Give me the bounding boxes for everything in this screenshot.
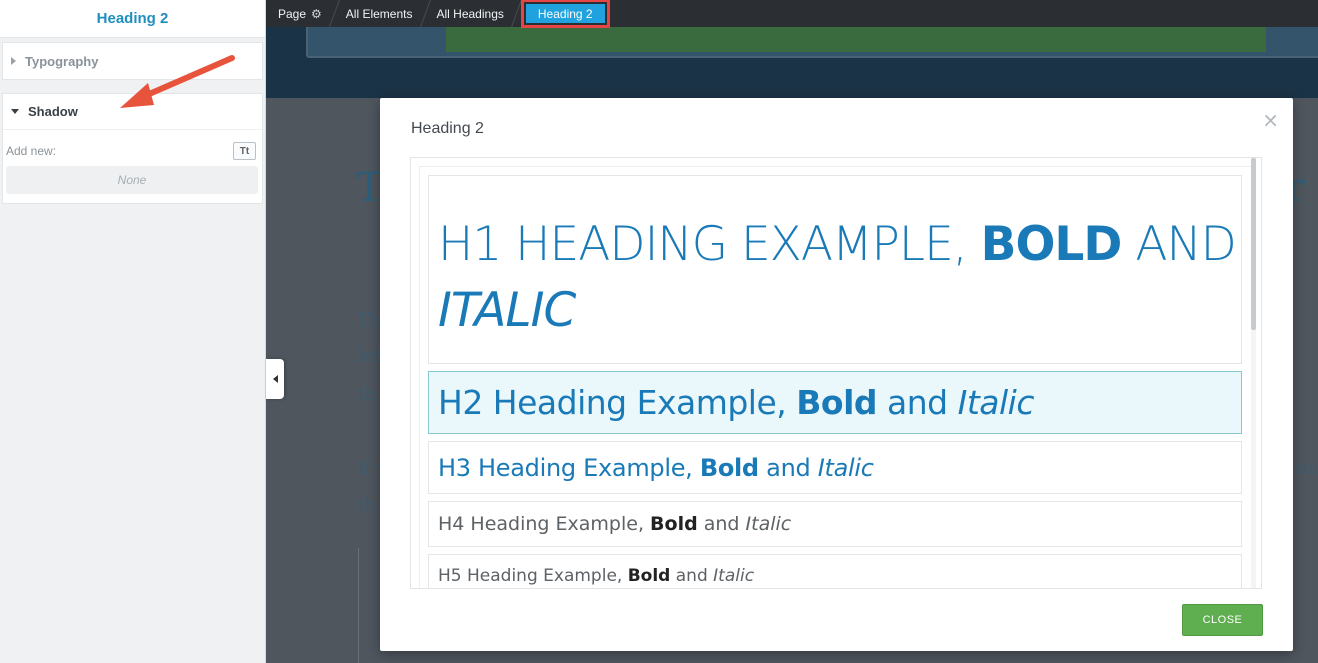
add-new-row: Add new: Tt <box>3 130 262 160</box>
breadcrumb-item-all-elements[interactable]: All Elements <box>334 0 425 27</box>
ghost-heading-left: T <box>356 165 383 211</box>
ghost-text-3: th <box>357 384 376 405</box>
ghost-text-6: th <box>357 494 376 515</box>
breadcrumb-item-all-headings[interactable]: All Headings <box>425 0 516 27</box>
heading-list-inner: H1 HEADING EXAMPLE, BOLD AND ITALIC H2 H… <box>419 166 1253 588</box>
breadcrumb-page-label: Page <box>278 6 307 21</box>
heading-option-h3[interactable]: H3 Heading Example, Bold and Italic <box>428 441 1242 494</box>
left-panel: Heading 2 Typography Shadow Add new: Tt … <box>0 0 266 663</box>
caret-down-icon <box>11 109 19 114</box>
breadcrumb-item-heading-2[interactable]: Heading 2 <box>520 0 610 28</box>
close-icon[interactable]: × <box>1262 108 1279 132</box>
typography-section-label: Typography <box>25 53 99 69</box>
shadow-none-placeholder: None <box>6 166 258 194</box>
ghost-text-2: let <box>357 345 381 366</box>
heading-option-h4[interactable]: H4 Heading Example, Bold and Italic <box>428 501 1242 547</box>
h5-example-text: H5 Heading Example, Bold and Italic <box>438 566 755 586</box>
heading-option-h2[interactable]: H2 Heading Example, Bold and Italic <box>428 371 1242 434</box>
heading-option-h5[interactable]: H5 Heading Example, Bold and Italic <box>428 554 1242 588</box>
h3-example-text: H3 Heading Example, Bold and Italic <box>438 453 874 482</box>
heading-list: H1 HEADING EXAMPLE, BOLD AND ITALIC H2 H… <box>410 157 1262 589</box>
gear-icon[interactable]: ⚙ <box>311 7 322 21</box>
h4-example-text: H4 Heading Example, Bold and Italic <box>438 513 792 535</box>
add-text-shadow-button[interactable]: Tt <box>233 142 256 160</box>
add-new-label: Add new: <box>6 144 57 158</box>
h2-example-text: H2 Heading Example, Bold and Italic <box>438 383 1034 422</box>
caret-right-icon <box>11 57 16 65</box>
breadcrumb-item-page[interactable]: Page ⚙ <box>266 0 334 27</box>
panel-collapse-handle[interactable] <box>266 359 284 399</box>
shadow-section-label: Shadow <box>28 104 78 119</box>
panel-title: Heading 2 <box>0 0 265 38</box>
ghost-text-5: ou <box>1296 458 1318 479</box>
scrollbar-thumb[interactable] <box>1251 158 1256 330</box>
modal-title: Heading 2 <box>411 120 484 137</box>
breadcrumb-active-label: Heading 2 <box>525 4 605 23</box>
close-button[interactable]: CLOSE <box>1182 604 1263 636</box>
list-scrollbar[interactable] <box>1251 158 1256 588</box>
breadcrumb: Page ⚙ All Elements All Headings Heading… <box>266 0 1318 28</box>
h1-example-text: H1 HEADING EXAMPLE, BOLD AND ITALIC <box>438 217 1237 338</box>
heading-modal: Heading 2 × H1 HEADING EXAMPLE, BOLD AND… <box>380 98 1293 651</box>
heading-option-h1[interactable]: H1 HEADING EXAMPLE, BOLD AND ITALIC <box>428 175 1242 364</box>
annotation-arrow-icon <box>120 55 235 108</box>
ghost-text-1: Th <box>357 310 381 331</box>
